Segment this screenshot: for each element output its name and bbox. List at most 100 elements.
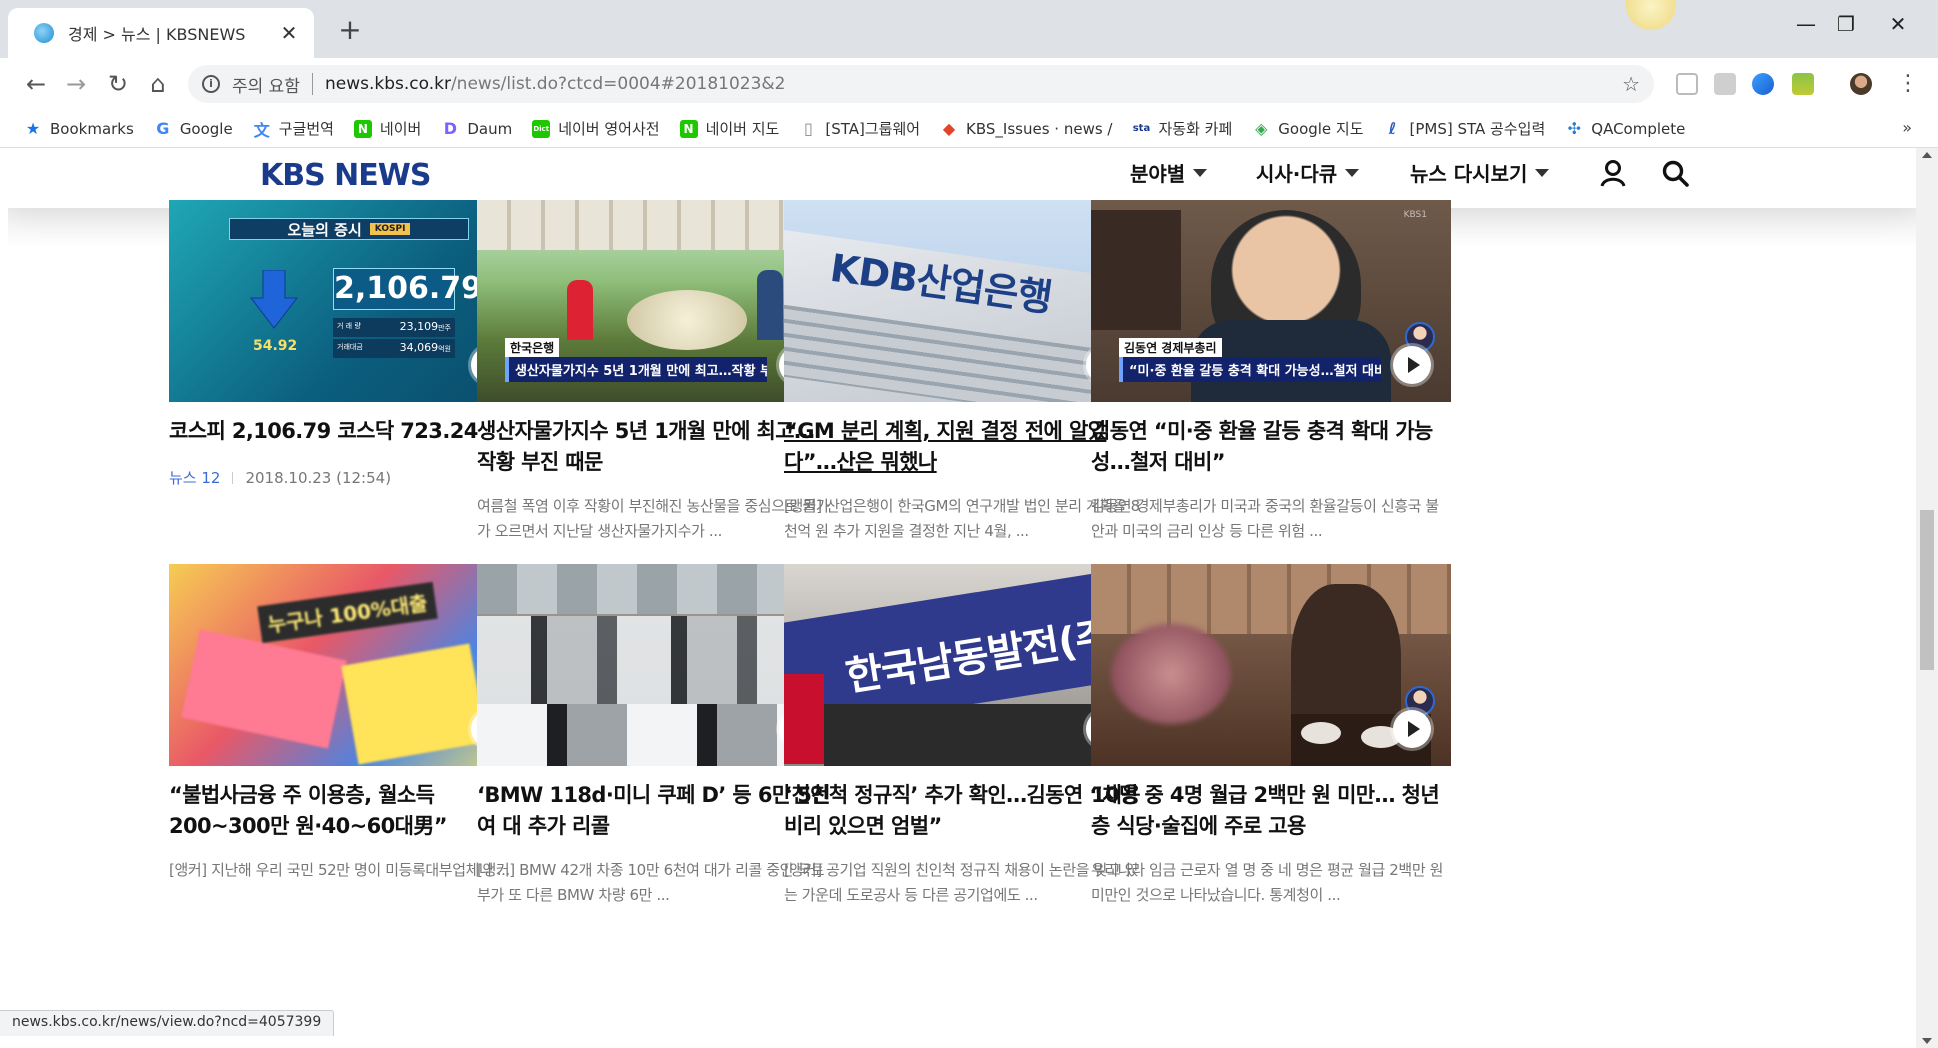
news-thumbnail[interactable]: KDB산업은행 KBS1: [784, 200, 1144, 402]
menu-category[interactable]: 분야별: [1130, 158, 1208, 187]
omnibox-separator: [311, 73, 313, 95]
news-summary[interactable]: [앵커] 산업은행이 한국GM의 연구개발 법인 분리 계획을 8천억 원 추가…: [784, 494, 1144, 544]
bookmark-item[interactable]: Dict 네이버 영어사전: [532, 118, 660, 139]
scroll-up-icon[interactable]: [1922, 152, 1932, 158]
volume-label: 거 래 량: [337, 322, 361, 330]
news-title[interactable]: “불법사금융 주 이용층, 월소득 200~300만 원·40~60대男”: [169, 780, 529, 842]
bookmark-item[interactable]: ✣ QAComplete: [1565, 119, 1686, 138]
menu-news-replay[interactable]: 뉴스 다시보기: [1410, 158, 1550, 187]
bookmark-item[interactable]: ★ Bookmarks: [24, 119, 134, 138]
news-title[interactable]: “GM 분리 계획, 지원 결정 전에 알았다”…산은 뭐했나: [784, 416, 1144, 478]
bookmark-label: [PMS] STA 공수입력: [1409, 120, 1546, 138]
bookmark-item[interactable]: G Google: [154, 119, 233, 138]
bookmark-label: [STA]그룹웨어: [825, 120, 921, 138]
bookmarks-bar: ★ Bookmarks G Google 文 구글번역 N 네이버 D Daum Dict 네이버 영…: [0, 110, 1938, 148]
bookmark-item[interactable]: ▯ [STA]그룹웨어: [799, 118, 920, 139]
menu-category-label: 분야별: [1130, 162, 1186, 186]
extension-cast-icon[interactable]: [1676, 73, 1698, 95]
news-thumbnail[interactable]: 한국남동발전(주: [784, 564, 1144, 766]
menu-current-affairs[interactable]: 시사·다큐: [1256, 158, 1360, 187]
tab-title: 경제 > 뉴스 | KBSNEWS: [68, 25, 246, 44]
amount-label: 거래대금: [337, 343, 363, 351]
news-title[interactable]: 10명 중 4명 월급 2백만 원 미만… 청년층 식당·술집에 주로 고용: [1091, 780, 1451, 842]
news-summary[interactable]: 김동연 경제부총리가 미국과 중국의 환율갈등이 신흥국 불안과 미국의 금리 …: [1091, 494, 1451, 544]
news-card: 한국은행 생산자물가지수 5년 1개월 만에 최고…작황 부진 때문 생산자물가…: [477, 200, 837, 585]
kbs-favicon-icon: [34, 23, 54, 43]
url-text[interactable]: news.kbs.co.kr/news/list.do?ctcd=0004#20…: [325, 74, 786, 94]
program-link[interactable]: 뉴스 12: [169, 467, 220, 488]
bookmark-item[interactable]: ◈ Google 지도: [1252, 118, 1363, 139]
translate-icon: 文: [253, 120, 270, 140]
naver-dict-icon: Dict: [532, 119, 551, 138]
news-summary[interactable]: 우리나라 임금 근로자 열 명 중 네 명은 평균 월급 2백만 원 미만인 것…: [1091, 858, 1451, 908]
bookmark-label: Google 지도: [1278, 120, 1364, 138]
caption-text: “미·중 환율 갈등 충격 확대 가능성…철저 대비”: [1119, 357, 1381, 382]
minimize-button[interactable]: —: [1786, 12, 1826, 36]
news-title[interactable]: 코스피 2,106.79 코스닥 723.24: [169, 416, 529, 447]
tab-close-icon[interactable]: ✕: [278, 21, 300, 45]
bookmark-item[interactable]: N 네이버 지도: [679, 118, 779, 139]
forward-button[interactable]: →: [58, 66, 94, 102]
play-icon[interactable]: [1393, 710, 1431, 748]
news-card: KDB산업은행 KBS1 “GM 분리 계획, 지원 결정 전에 알았다”…산은…: [784, 200, 1144, 585]
new-tab-button[interactable]: +: [334, 14, 366, 46]
news-thumbnail[interactable]: 한국은행 생산자물가지수 5년 1개월 만에 최고…작황 부진 때문: [477, 200, 837, 402]
bookmark-label: Google: [179, 119, 233, 138]
kbs-news-logo[interactable]: KBS NEWS: [260, 158, 431, 193]
bookmark-item[interactable]: D Daum: [441, 119, 513, 138]
bookmark-item[interactable]: 文 구글번역: [253, 118, 334, 140]
extension-ex-icon[interactable]: [1714, 73, 1736, 95]
news-title[interactable]: 김동연 “미·중 환율 갈등 충격 확대 가능성…철저 대비”: [1091, 416, 1451, 478]
user-icon[interactable]: [1598, 158, 1628, 188]
video-caption: 김동연 경제부총리 “미·중 환율 갈등 충격 확대 가능성…철저 대비”: [1119, 337, 1381, 382]
news-thumbnail[interactable]: KBS1: [477, 564, 837, 766]
back-button[interactable]: ←: [18, 66, 54, 102]
news-summary[interactable]: [앵커] 지난해 우리 국민 52만 명이 미등록대부업체나 ...: [169, 858, 529, 883]
google-maps-icon: ◈: [1255, 119, 1268, 138]
extension-arrows-icon[interactable]: [1752, 73, 1774, 95]
chrome-menu-icon[interactable]: ⋮: [1890, 66, 1926, 102]
home-button[interactable]: ⌂: [140, 66, 176, 102]
news-thumbnail[interactable]: 누구나 100%대출 KBS1: [169, 564, 529, 766]
news-summary[interactable]: 여름철 폭염 이후 작황이 부진해진 농산물을 중심으로 물가가 오르면서 지난…: [477, 494, 837, 544]
news-card: KBS1 김동연 경제부총리 “미·중 환율 갈등 충격 확대 가능성…철저 대…: [1091, 200, 1451, 585]
tab-kbs-news[interactable]: 경제 > 뉴스 | KBSNEWS ✕: [8, 8, 314, 58]
video-caption: 한국은행 생산자물가지수 5년 1개월 만에 최고…작황 부진 때문: [505, 337, 767, 382]
news-thumbnail[interactable]: KBS1 김동연 경제부총리 “미·중 환율 갈등 충격 확대 가능성…철저 대…: [1091, 200, 1451, 402]
news-title[interactable]: ‘친인척 정규직’ 추가 확인…김동연 “채용비리 있으면 엄벌”: [784, 780, 1144, 842]
news-thumbnail[interactable]: [1091, 564, 1451, 766]
search-icon[interactable]: [1660, 158, 1690, 188]
chevron-down-icon: [1535, 168, 1550, 177]
bookmark-item[interactable]: sta 자동화 카페: [1132, 118, 1233, 139]
info-icon[interactable]: i: [202, 75, 220, 93]
scroll-down-icon[interactable]: [1922, 1038, 1932, 1044]
news-card: 한국남동발전(주 ‘친인척 정규직’ 추가 확인…김동연 “채용비리 있으면 엄…: [784, 564, 1144, 908]
reload-button[interactable]: ↻: [100, 66, 136, 102]
bookmark-item[interactable]: ℓ [PMS] STA 공수입력: [1384, 118, 1546, 139]
caption-text: 생산자물가지수 5년 1개월 만에 최고…작황 부진 때문: [505, 357, 767, 382]
bookmarks-overflow-button[interactable]: »: [1902, 118, 1912, 137]
news-summary[interactable]: [앵커] 공기업 직원의 친인척 정규직 채용이 논란을 빚고 있는 가운데 도…: [784, 858, 1144, 908]
bookmark-item[interactable]: N 네이버: [353, 118, 421, 139]
scrollbar-thumb[interactable]: [1920, 510, 1934, 670]
close-window-button[interactable]: ✕: [1878, 12, 1918, 36]
news-summary[interactable]: [앵커] BMW 42개 차종 10만 6천여 대가 리콜 중인 국토부가 또 …: [477, 858, 837, 908]
bookmark-label: 구글번역: [278, 120, 334, 138]
page-scrollbar[interactable]: [1916, 148, 1938, 1048]
caption-label: 김동연 경제부총리: [1119, 338, 1222, 357]
extension-ladder-icon[interactable]: [1792, 73, 1814, 95]
restore-button[interactable]: ❐: [1826, 12, 1866, 36]
news-title[interactable]: 생산자물가지수 5년 1개월 만에 최고… 작황 부진 때문: [477, 416, 837, 478]
security-label[interactable]: 주의 요함: [232, 72, 300, 97]
news-thumbnail[interactable]: 오늘의 증시 KOSPI 54.92 2,106.79 거 래 량 23,109만…: [169, 200, 529, 402]
chevron-down-icon: [1193, 168, 1208, 177]
news-meta: 뉴스 12 2018.10.23 (12:54): [169, 467, 529, 488]
url-host: news.kbs.co.kr: [324, 74, 451, 94]
kospi-change: 54.92: [253, 338, 298, 354]
news-title[interactable]: ‘BMW 118d·미니 쿠페 D’ 등 6만 5천여 대 추가 리콜: [477, 780, 837, 842]
profile-avatar[interactable]: [1850, 73, 1872, 95]
play-icon[interactable]: [1393, 346, 1431, 384]
bookmark-star-icon[interactable]: ☆: [1622, 72, 1640, 96]
address-bar[interactable]: i 주의 요함 news.kbs.co.kr/news/list.do?ctcd…: [188, 65, 1654, 103]
bookmark-item[interactable]: ◆ KBS_Issues · news /: [940, 119, 1113, 138]
